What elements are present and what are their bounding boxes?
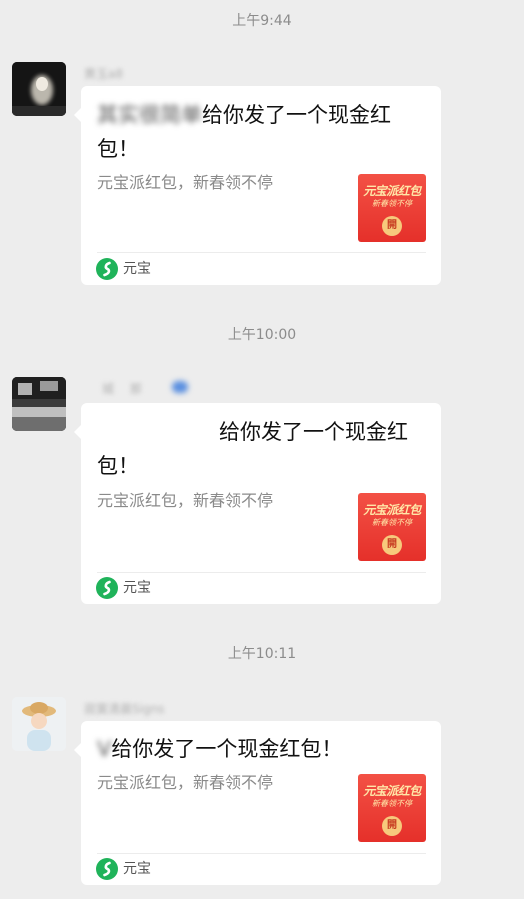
red-packet-subtitle-1: 元宝派红包，新春领不停 [97, 173, 274, 192]
card-divider-2 [97, 572, 426, 573]
yuanbao-label-3: 元宝 [123, 861, 151, 877]
sender-name-3: 寂寞清晨Signs [84, 702, 165, 716]
avatar-3[interactable] [12, 697, 66, 751]
card-divider-1 [97, 252, 426, 253]
thumbnail-title-1: 元宝派红包 [363, 184, 421, 198]
timestamp-3: 上午10:11 [227, 646, 297, 662]
yuanbao-label-2: 元宝 [123, 580, 151, 596]
sender-badge-icon-2 [172, 381, 188, 393]
avatar-1[interactable] [12, 62, 66, 116]
avatar-image-2 [12, 377, 66, 431]
red-packet-title-text-3: 给你发了一个现金红包！ [111, 737, 343, 761]
red-packet-title-2: 给你发了一个现金红包！ [97, 415, 423, 483]
sender-prefix-3: V [97, 737, 112, 761]
timestamp-2: 上午10:00 [227, 327, 297, 343]
open-coin-icon-3: 開 [382, 816, 402, 836]
red-packet-card-1[interactable]: 其实很简单给你发了一个现金红包！ 元宝派红包，新春领不停 元宝派红包 新春领不停… [74, 86, 441, 285]
yuanbao-icon-1 [96, 258, 118, 280]
sender-name-1: 黄玉a8 [84, 67, 123, 81]
open-coin-icon-1: 開 [382, 216, 402, 236]
red-packet-title-text-2: 给你发了一个现金红包！ [97, 420, 408, 478]
red-packet-card-2[interactable]: 给你发了一个现金红包！ 元宝派红包，新春领不停 元宝派红包 新春领不停 開 元宝 [74, 403, 441, 604]
thumbnail-title-2: 元宝派红包 [363, 503, 421, 517]
timestamp-1: 上午9:44 [232, 13, 292, 29]
sender-prefix-1: 其实很简单 [97, 103, 202, 127]
red-packet-subtitle-2: 元宝派红包，新春领不停 [97, 491, 274, 510]
red-packet-title-1: 其实很简单给你发了一个现金红包！ [97, 98, 423, 166]
red-packet-thumbnail-1: 元宝派红包 新春领不停 開 [358, 174, 426, 242]
yuanbao-label-1: 元宝 [123, 261, 151, 277]
red-packet-card-3[interactable]: V给你发了一个现金红包！ 元宝派红包，新春领不停 元宝派红包 新春领不停 開 元… [74, 721, 441, 885]
thumbnail-title-3: 元宝派红包 [363, 784, 421, 798]
avatar-2[interactable] [12, 377, 66, 431]
open-coin-icon-2: 開 [382, 535, 402, 555]
red-packet-thumbnail-3: 元宝派红包 新春领不停 開 [358, 774, 426, 842]
red-packet-subtitle-3: 元宝派红包，新春领不停 [97, 773, 274, 792]
red-packet-title-3: V给你发了一个现金红包！ [97, 732, 423, 766]
sender-name-2: 城 那 [102, 382, 148, 396]
yuanbao-icon-3 [96, 858, 118, 880]
thumbnail-subtitle-2: 新春领不停 [372, 518, 412, 527]
red-packet-thumbnail-2: 元宝派红包 新春领不停 開 [358, 493, 426, 561]
avatar-image-1 [12, 62, 66, 116]
card-divider-3 [97, 853, 426, 854]
avatar-image-3 [12, 697, 66, 751]
thumbnail-subtitle-3: 新春领不停 [372, 799, 412, 808]
yuanbao-icon-2 [96, 577, 118, 599]
thumbnail-subtitle-1: 新春领不停 [372, 199, 412, 208]
